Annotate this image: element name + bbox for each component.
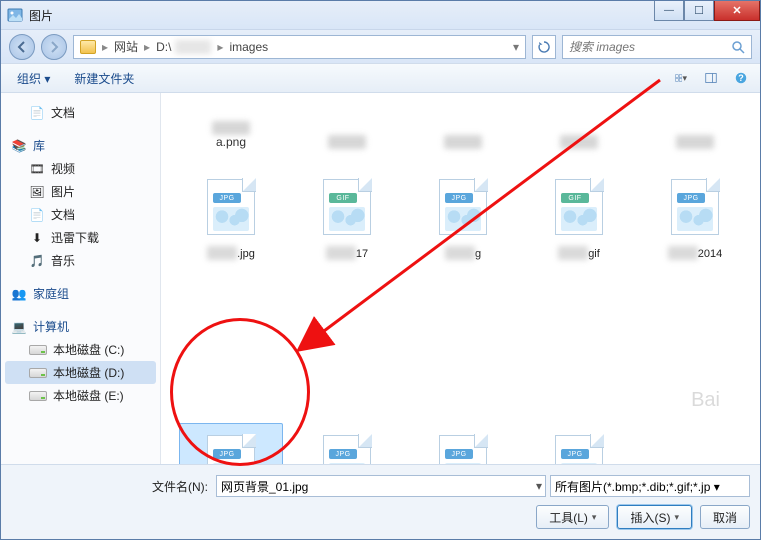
download-icon: ⬇ <box>29 230 45 246</box>
refresh-button[interactable] <box>532 35 556 59</box>
file-type-icon: GIF <box>555 179 603 235</box>
maximize-button[interactable] <box>684 1 714 21</box>
video-icon: 🎞 <box>29 161 45 177</box>
preview-pane-button[interactable] <box>702 69 720 87</box>
file-filter-dropdown[interactable]: 所有图片(*.bmp;*.dib;*.gif;*.jp ▾ <box>550 475 750 497</box>
sidebar-header-library[interactable]: 📚库 <box>5 134 156 157</box>
sidebar-item-xunlei[interactable]: ⬇迅雷下载 <box>5 226 156 249</box>
pictures-icon: 🖼 <box>29 184 45 200</box>
help-button[interactable]: ? <box>732 69 750 87</box>
address-bar[interactable]: ▸ 网站 ▸ D:\ xxxxxx ▸ images ▾ <box>73 35 526 59</box>
breadcrumb[interactable]: images <box>229 40 268 54</box>
file-item[interactable]: JPG xxxxx2014 <box>643 167 747 295</box>
sidebar-item-drive-e[interactable]: 本地磁盘 (E:) <box>5 384 156 407</box>
file-dialog-window: 图片 ▸ 网站 ▸ D:\ xxxxxx ▸ images ▾ 组织 <box>0 0 761 540</box>
sidebar-item-music[interactable]: 🎵音乐 <box>5 249 156 272</box>
sidebar-item-documents[interactable]: 📄文档 <box>5 101 156 124</box>
bottom-bar: 文件名(N): ▾ 所有图片(*.bmp;*.dib;*.gif;*.jp ▾ … <box>1 464 760 539</box>
drive-icon <box>29 345 47 355</box>
sidebar-item-video[interactable]: 🎞视频 <box>5 157 156 180</box>
file-type-icon: JPG <box>207 179 255 235</box>
window-title: 图片 <box>29 7 53 24</box>
file-type-icon: JPG <box>439 435 487 464</box>
file-type-icon: JPG <box>207 435 255 464</box>
sidebar-header-homegroup[interactable]: 👥家庭组 <box>5 282 156 305</box>
file-item[interactable]: JPG xxxxx.jpg <box>179 167 283 295</box>
file-item[interactable]: GIF xxxxx17 <box>295 167 399 295</box>
breadcrumb[interactable]: 网站 <box>114 38 138 55</box>
nav-row: ▸ 网站 ▸ D:\ xxxxxx ▸ images ▾ <box>1 29 760 63</box>
document-icon: 📄 <box>29 105 45 121</box>
close-button[interactable] <box>714 1 760 21</box>
new-folder-button[interactable]: 新建文件夹 <box>68 67 140 90</box>
file-item[interactable]: JPG 网页背景_04.jpg <box>527 423 631 464</box>
homegroup-icon: 👥 <box>11 286 27 302</box>
sidebar-item-pictures[interactable]: 🖼图片 <box>5 180 156 203</box>
view-button[interactable]: ▾ <box>672 69 690 87</box>
file-item[interactable]: JPG 网页背景_01.jpg <box>179 423 283 464</box>
file-item[interactable]: GIF xxxxxgif <box>527 167 631 295</box>
back-button[interactable] <box>9 34 35 60</box>
tools-button[interactable]: 工具(L)▾ <box>536 505 609 529</box>
library-icon: 📚 <box>11 138 27 154</box>
forward-button[interactable] <box>41 34 67 60</box>
drive-icon <box>29 391 47 401</box>
file-type-icon: JPG <box>323 435 371 464</box>
sidebar-item-documents2[interactable]: 📄文档 <box>5 203 156 226</box>
watermark: Bai <box>691 389 720 412</box>
titlebar: 图片 <box>1 1 760 29</box>
search-icon <box>731 40 745 54</box>
search-input[interactable] <box>569 40 731 54</box>
breadcrumb[interactable]: D:\ <box>156 40 171 54</box>
file-item[interactable]: JPG 网页背景_02.jpg <box>295 423 399 464</box>
main-area: 📄文档 📚库 🎞视频 🖼图片 📄文档 ⬇迅雷下载 🎵音乐 👥家庭组 💻计算机 本… <box>1 93 760 464</box>
sidebar: 📄文档 📚库 🎞视频 🖼图片 📄文档 ⬇迅雷下载 🎵音乐 👥家庭组 💻计算机 本… <box>1 93 161 464</box>
computer-icon: 💻 <box>11 319 27 335</box>
music-icon: 🎵 <box>29 253 45 269</box>
file-type-icon: JPG <box>555 435 603 464</box>
svg-text:?: ? <box>738 73 744 83</box>
organize-button[interactable]: 组织 ▾ <box>11 67 56 90</box>
file-item[interactable]: JPG 网页背景_03.jpg <box>411 423 515 464</box>
filename-input[interactable] <box>216 475 546 497</box>
app-icon <box>7 7 23 23</box>
insert-button[interactable]: 插入(S)▾ <box>617 505 692 529</box>
toolbar: 组织 ▾ 新建文件夹 ▾ ? <box>1 63 760 93</box>
file-type-icon: JPG <box>671 179 719 235</box>
file-label: a.png <box>216 135 246 149</box>
sidebar-header-computer[interactable]: 💻计算机 <box>5 315 156 338</box>
file-pane[interactable]: xxxxxa.png xxxxx xxxxx xxxxx xxxxx JPG x… <box>161 93 760 464</box>
filename-label: 文件名(N): <box>152 478 208 495</box>
cancel-button[interactable]: 取消 <box>700 505 750 529</box>
document-icon: 📄 <box>29 207 45 223</box>
file-type-icon: JPG <box>439 179 487 235</box>
drive-icon <box>29 368 47 378</box>
file-type-icon: GIF <box>323 179 371 235</box>
sidebar-item-drive-d[interactable]: 本地磁盘 (D:) <box>5 361 156 384</box>
folder-icon <box>80 40 96 54</box>
file-item[interactable]: JPG xxxxxg <box>411 167 515 295</box>
minimize-button[interactable] <box>654 1 684 21</box>
search-box[interactable] <box>562 35 752 59</box>
sidebar-item-drive-c[interactable]: 本地磁盘 (C:) <box>5 338 156 361</box>
